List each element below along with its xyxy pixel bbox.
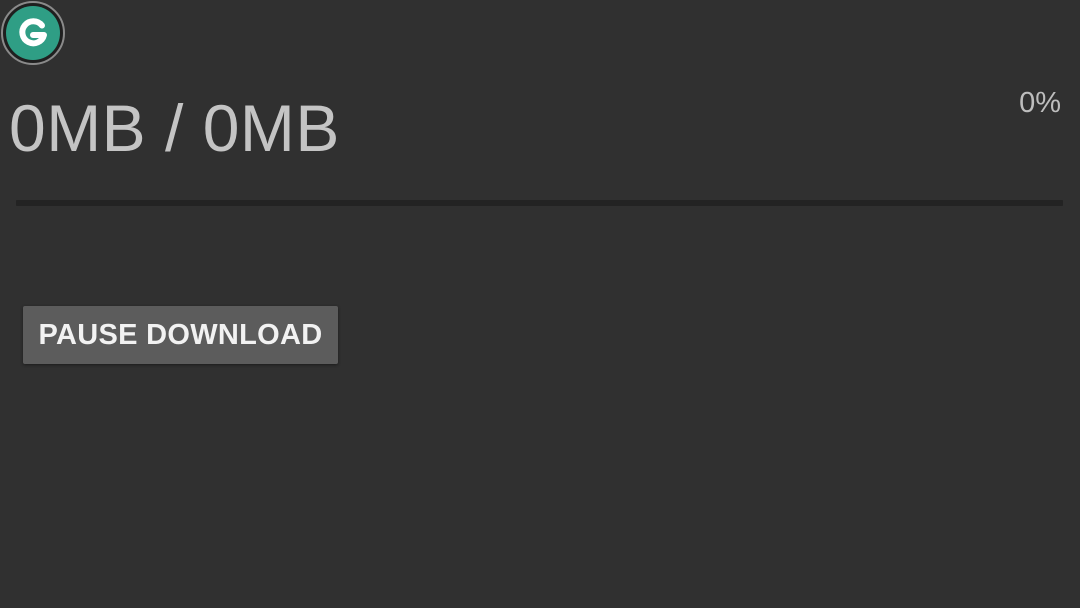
app-logo-icon: [1, 1, 65, 65]
download-progress-bar: [16, 200, 1063, 206]
download-percent-readout: 0%: [1019, 87, 1061, 119]
pause-download-button[interactable]: PAUSE DOWNLOAD: [23, 306, 338, 364]
download-size-readout: 0MB / 0MB: [9, 91, 340, 165]
g-logo-icon: [6, 6, 60, 60]
